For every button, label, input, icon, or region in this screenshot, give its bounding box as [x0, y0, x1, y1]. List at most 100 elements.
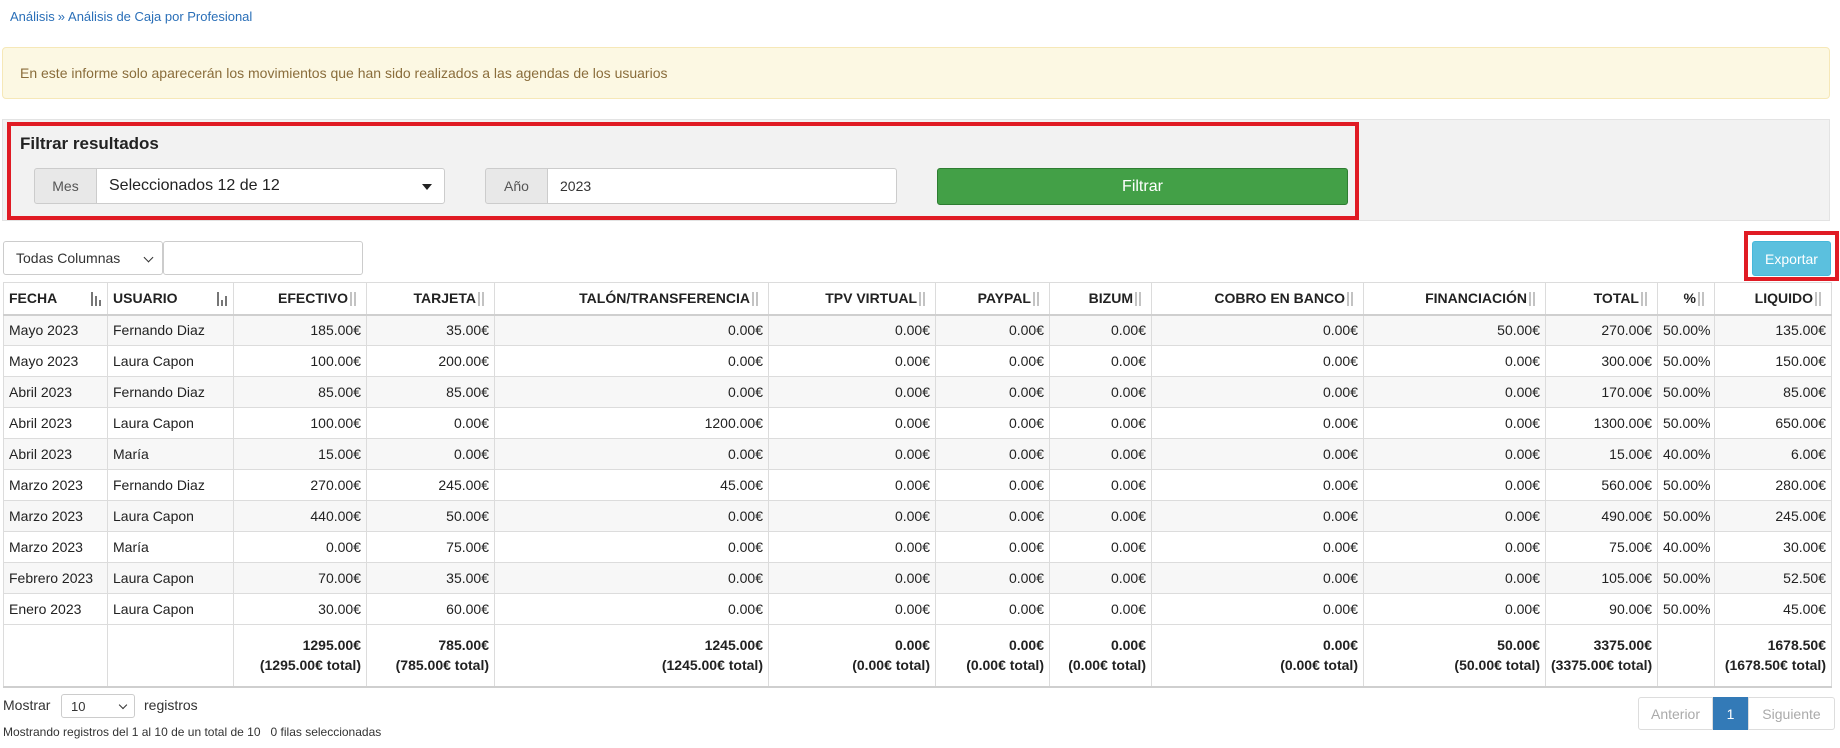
- table-cell: 15.00€: [233, 438, 367, 470]
- table-cell: 0.00€: [935, 345, 1050, 377]
- table-cell: 0.00€: [1363, 593, 1546, 625]
- table-cell: 200.00€: [366, 345, 495, 377]
- table-cell: 35.00€: [366, 562, 495, 594]
- totals-sum: (785.00€ total): [395, 657, 489, 674]
- pagination-prev[interactable]: Anterior: [1638, 697, 1713, 730]
- sort-icon: [350, 292, 362, 306]
- col-header-percent[interactable]: %: [1657, 282, 1715, 316]
- page-length-select[interactable]: 10: [61, 694, 135, 718]
- col-header-financiacion[interactable]: FINANCIACIÓN: [1363, 282, 1546, 316]
- table-cell: 0.00€: [366, 407, 495, 439]
- columns-select[interactable]: Todas Columnas: [3, 241, 163, 275]
- table-cell: 0.00€: [1363, 438, 1546, 470]
- totals-cell: 0.00€ (0.00€ total): [935, 624, 1050, 688]
- sort-icon: [1815, 292, 1827, 306]
- totals-cell: 50.00€ (50.00€ total): [1363, 624, 1546, 688]
- table-cell: 0.00€: [1151, 345, 1364, 377]
- table-cell: 0.00€: [768, 562, 936, 594]
- table-cell: 85.00€: [1714, 376, 1832, 408]
- table-row[interactable]: Marzo 2023 Fernando Diaz 270.00€ 245.00€ 45.…: [3, 469, 1832, 501]
- table-cell: 0.00€: [1151, 531, 1364, 563]
- table-row[interactable]: Febrero 2023 Laura Capon 70.00€ 35.00€ 0.00€…: [3, 562, 1832, 594]
- table-cell: 75.00€: [1545, 531, 1658, 563]
- pagination-next[interactable]: Siguiente: [1748, 697, 1835, 730]
- table-row[interactable]: Enero 2023 Laura Capon 30.00€ 60.00€ 0.00€ 0.…: [3, 593, 1832, 625]
- col-header-tpv-virtual[interactable]: TPV VIRTUAL: [768, 282, 936, 316]
- totals-sum: (1678.50€ total): [1724, 657, 1826, 674]
- table-cell: 0.00€: [1151, 314, 1364, 346]
- table-cell: 0.00€: [1151, 438, 1364, 470]
- table-cell: 0.00€: [1151, 407, 1364, 439]
- table-cell: 440.00€: [233, 500, 367, 532]
- table-cell: 0.00€: [1363, 345, 1546, 377]
- table-cell: Abril 2023: [3, 438, 108, 470]
- table-cell: 30.00€: [1714, 531, 1832, 563]
- table-row[interactable]: Abril 2023 Fernando Diaz 85.00€ 85.00€ 0.00€…: [3, 376, 1832, 408]
- table-cell: 650.00€: [1714, 407, 1832, 439]
- totals-cell: [1657, 624, 1715, 688]
- table-cell: 170.00€: [1545, 376, 1658, 408]
- table-cell: Laura Capon: [107, 407, 234, 439]
- totals-sum: (0.00€ total): [852, 657, 930, 674]
- breadcrumb-link-current[interactable]: Análisis de Caja por Profesional: [68, 9, 252, 24]
- table-cell: 0.00€: [1049, 469, 1152, 501]
- sort-icon: [752, 292, 764, 306]
- table-row[interactable]: Mayo 2023 Laura Capon 100.00€ 200.00€ 0.00€ 0…: [3, 345, 1832, 377]
- col-header-total[interactable]: TOTAL: [1545, 282, 1658, 316]
- table-cell: 50.00%: [1657, 469, 1715, 501]
- col-header-cobro-banco[interactable]: COBRO EN BANCO: [1151, 282, 1364, 316]
- table-row[interactable]: Marzo 2023 María 0.00€ 75.00€ 0.00€ 0.00€ 0.00…: [3, 531, 1832, 563]
- breadcrumb-link-analisis[interactable]: Análisis: [10, 9, 55, 24]
- filtrar-button[interactable]: Filtrar: [937, 168, 1348, 205]
- columns-search-input[interactable]: [163, 241, 363, 275]
- col-header-talon[interactable]: TALÓN/TRANSFERENCIA: [494, 282, 769, 316]
- col-header-paypal[interactable]: PAYPAL: [935, 282, 1050, 316]
- col-header-tarjeta[interactable]: TARJETA: [366, 282, 495, 316]
- table-cell: 0.00€: [1151, 500, 1364, 532]
- export-button[interactable]: Exportar: [1752, 241, 1831, 276]
- table-cell: 50.00€: [1363, 314, 1546, 346]
- table-cell: María: [107, 531, 234, 563]
- anio-input[interactable]: 2023: [547, 168, 897, 204]
- table-info: Mostrando registros del 1 al 10 de un to…: [3, 725, 381, 739]
- mes-select[interactable]: Seleccionados 12 de 12: [96, 168, 445, 204]
- pagination-page-1[interactable]: 1: [1713, 697, 1748, 730]
- table-cell: 0.00€: [494, 438, 769, 470]
- table-cell: Marzo 2023: [3, 531, 108, 563]
- table-cell: 0.00€: [768, 376, 936, 408]
- col-header-usuario[interactable]: USUARIO: [107, 282, 234, 316]
- selected-info-text: 0 filas seleccionadas: [270, 725, 382, 739]
- col-header-fecha[interactable]: FECHA: [3, 282, 108, 316]
- table-row[interactable]: Abril 2023 Laura Capon 100.00€ 0.00€ 1200.00…: [3, 407, 1832, 439]
- col-header-efectivo[interactable]: EFECTIVO: [233, 282, 367, 316]
- anio-input-value: 2023: [560, 178, 592, 194]
- table-cell: 135.00€: [1714, 314, 1832, 346]
- caret-down-icon: [422, 184, 432, 190]
- filter-title: Filtrar resultados: [20, 134, 159, 153]
- chevron-down-icon: [143, 252, 154, 263]
- table-row[interactable]: Marzo 2023 Laura Capon 440.00€ 50.00€ 0.00€ 0…: [3, 500, 1832, 532]
- totals-cell: 1678.50€ (1678.50€ total): [1714, 624, 1832, 688]
- table-cell: 0.00€: [494, 314, 769, 346]
- sort-icon: [1641, 292, 1653, 306]
- table-cell: 0.00€: [1363, 469, 1546, 501]
- table-cell: 0.00€: [1363, 562, 1546, 594]
- table-cell: 0.00€: [935, 593, 1050, 625]
- table-cell: 0.00€: [494, 562, 769, 594]
- table-cell: Laura Capon: [107, 593, 234, 625]
- page: Análisis» Análisis de Caja por Profesiona…: [0, 0, 1840, 748]
- col-header-bizum[interactable]: BIZUM: [1049, 282, 1152, 316]
- table-cell: 0.00€: [1363, 500, 1546, 532]
- totals-value: 785.00€: [438, 637, 489, 654]
- table-cell: 50.00%: [1657, 562, 1715, 594]
- table-row[interactable]: Abril 2023 María 15.00€ 0.00€ 0.00€ 0.00€ 0.00…: [3, 438, 1832, 470]
- table-cell: Abril 2023: [3, 376, 108, 408]
- table-cell: 270.00€: [1545, 314, 1658, 346]
- table-cell: 0.00€: [768, 500, 936, 532]
- table-row[interactable]: Mayo 2023 Fernando Diaz 185.00€ 35.00€ 0.00€…: [3, 314, 1832, 346]
- totals-sum: (3375.00€ total): [1551, 657, 1653, 674]
- sort-icon: [1033, 292, 1045, 306]
- table-cell: Laura Capon: [107, 500, 234, 532]
- col-header-liquido[interactable]: LIQUIDO: [1714, 282, 1832, 316]
- table-cell: 50.00%: [1657, 345, 1715, 377]
